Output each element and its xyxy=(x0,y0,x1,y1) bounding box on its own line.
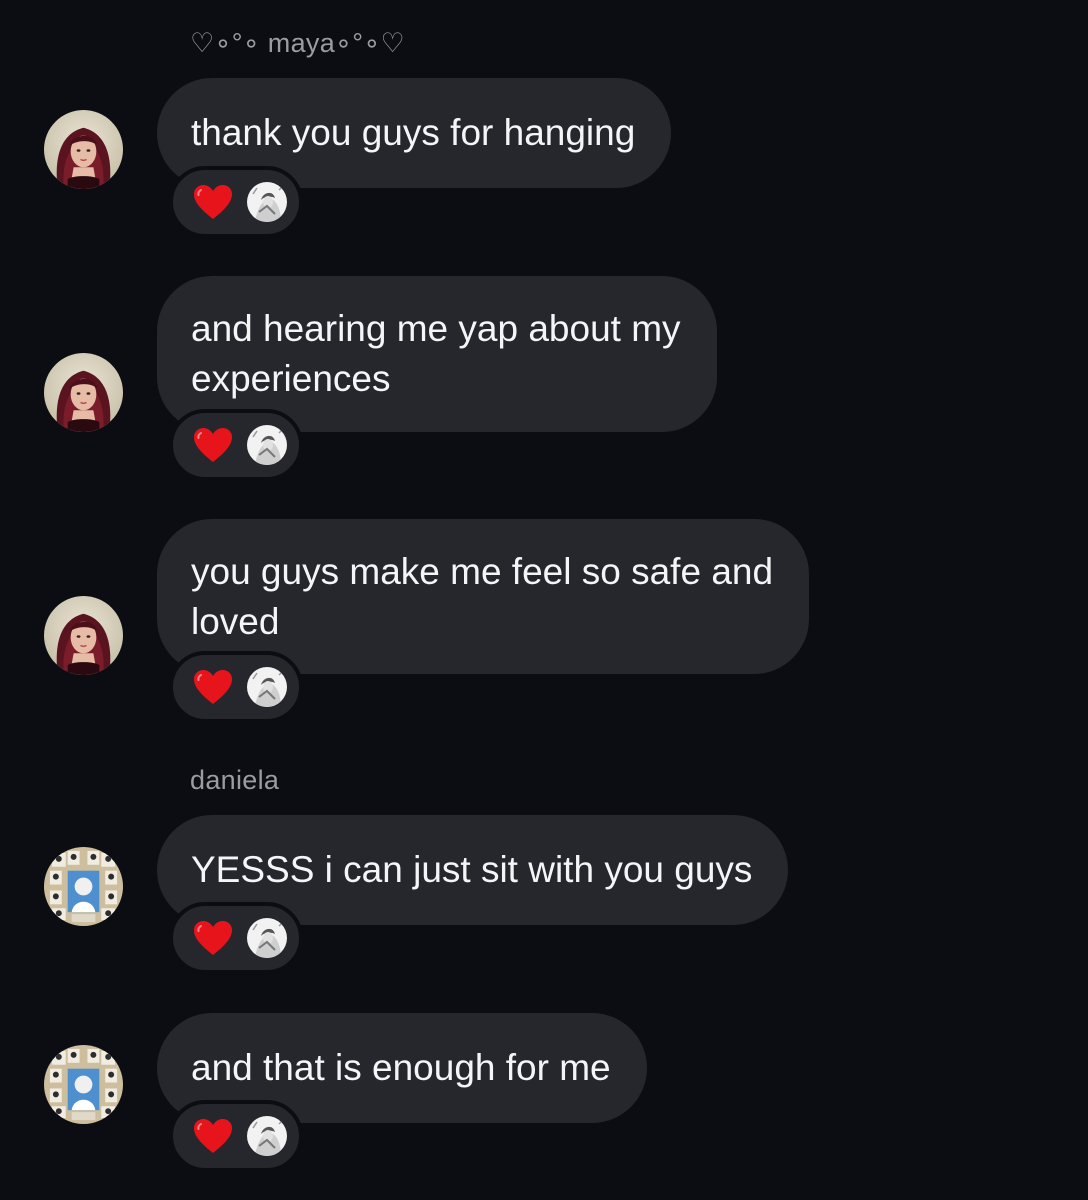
reaction-pill[interactable] xyxy=(169,409,303,481)
avatar-maya[interactable] xyxy=(44,353,123,432)
reactor-avatar xyxy=(247,1116,287,1156)
reaction-pill[interactable] xyxy=(169,1100,303,1172)
sender-name-maya: ♡∘°∘ maya∘°∘♡ xyxy=(190,28,406,58)
reaction-pill[interactable] xyxy=(169,902,303,974)
heart-emoji-icon xyxy=(193,920,233,956)
heart-emoji-icon xyxy=(193,669,233,705)
avatar-maya[interactable] xyxy=(44,596,123,675)
reactor-avatar xyxy=(247,425,287,465)
reaction-pill[interactable] xyxy=(169,166,303,238)
heart-emoji-icon xyxy=(193,184,233,220)
reaction-pill[interactable] xyxy=(169,651,303,723)
reactor-avatar xyxy=(247,667,287,707)
avatar-maya[interactable] xyxy=(44,110,123,189)
heart-emoji-icon xyxy=(193,427,233,463)
avatar-daniela[interactable] xyxy=(44,1045,123,1124)
avatar-daniela[interactable] xyxy=(44,847,123,926)
heart-emoji-icon xyxy=(193,1118,233,1154)
sender-name-daniela: daniela xyxy=(190,765,280,795)
reactor-avatar xyxy=(247,182,287,222)
reactor-avatar xyxy=(247,918,287,958)
